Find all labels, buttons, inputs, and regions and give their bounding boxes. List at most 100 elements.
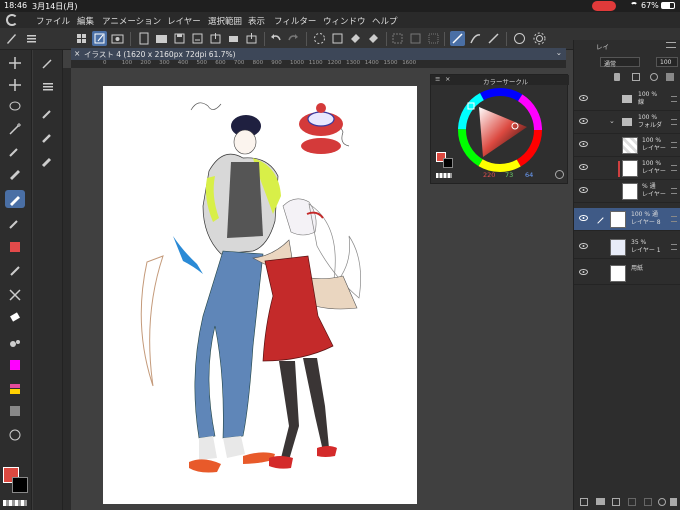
eye-icon[interactable] xyxy=(579,141,588,147)
canvas-paper[interactable] xyxy=(103,86,417,504)
export-icon[interactable] xyxy=(208,31,223,46)
brush-tool-icon[interactable] xyxy=(5,214,25,232)
layer-row[interactable]: 100 % レイヤー xyxy=(574,157,680,180)
snap-grid-icon[interactable] xyxy=(486,31,501,46)
save-icon[interactable] xyxy=(172,31,187,46)
lasso-icon[interactable] xyxy=(5,98,25,116)
lock-icon[interactable] xyxy=(614,73,620,81)
app-logo-icon[interactable] xyxy=(6,14,18,26)
clip-icon[interactable] xyxy=(632,73,640,81)
eye-icon[interactable] xyxy=(579,243,588,249)
drag-handle-icon[interactable] xyxy=(671,216,677,222)
share-icon[interactable] xyxy=(244,31,259,46)
drag-handle-icon[interactable] xyxy=(671,244,677,250)
snap-ruler-icon[interactable] xyxy=(450,31,465,46)
camera-icon[interactable] xyxy=(110,31,125,46)
grip-icon[interactable]: ≡ xyxy=(435,75,440,83)
new-vector-layer-icon[interactable] xyxy=(612,498,620,506)
merge-icon[interactable] xyxy=(644,498,652,506)
new-file-icon[interactable] xyxy=(136,31,151,46)
layer-color-icon[interactable] xyxy=(666,73,674,81)
subtool-marker-icon[interactable] xyxy=(38,128,58,146)
menu-help[interactable]: ヘルプ xyxy=(372,15,398,27)
move-layer-icon[interactable] xyxy=(5,76,25,94)
clear-icon[interactable] xyxy=(330,31,345,46)
deselect-icon[interactable] xyxy=(390,31,405,46)
menu-animation[interactable]: アニメーション xyxy=(102,15,161,27)
eye-icon[interactable] xyxy=(579,187,588,193)
invert-selection-icon[interactable] xyxy=(408,31,423,46)
eye-icon[interactable] xyxy=(579,269,588,275)
menu-filter[interactable]: フィルター xyxy=(274,15,316,27)
gradient-icon[interactable] xyxy=(5,380,25,398)
redo-icon[interactable] xyxy=(286,31,301,46)
layer-row[interactable]: % 通レイヤー xyxy=(574,180,680,203)
blend-icon[interactable] xyxy=(5,334,25,352)
figure-icon[interactable] xyxy=(5,402,25,420)
mask-icon[interactable] xyxy=(658,498,666,506)
layer-row-selected[interactable]: 100 % 通レイヤー 8 xyxy=(574,208,680,231)
save-as-icon[interactable] xyxy=(190,31,205,46)
sub-color-chip[interactable] xyxy=(443,158,453,168)
ellipse-icon[interactable] xyxy=(5,426,25,444)
fill-tool-icon[interactable] xyxy=(5,356,25,374)
layer-row[interactable]: 用紙 xyxy=(574,262,680,285)
airbrush-icon[interactable] xyxy=(5,238,25,256)
pen-icon[interactable] xyxy=(5,164,25,182)
subtool-pen-icon[interactable] xyxy=(38,54,58,72)
edit-canvas-icon[interactable] xyxy=(92,31,107,46)
palette-settings-icon[interactable] xyxy=(555,170,564,179)
eraser-icon[interactable] xyxy=(5,308,25,326)
drag-handle-icon[interactable] xyxy=(671,142,677,148)
menu-edit[interactable]: 編集 xyxy=(77,15,94,27)
loading-icon[interactable] xyxy=(312,31,327,46)
menu-file[interactable]: ファイル xyxy=(36,15,70,27)
drag-handle-icon[interactable] xyxy=(671,165,677,171)
settings-icon[interactable] xyxy=(532,31,547,46)
layer-row[interactable]: ⌄ 100 % フォルダ xyxy=(574,111,680,134)
delete-layer-icon[interactable] xyxy=(670,498,677,506)
chevron-down-icon[interactable]: ⌄ xyxy=(556,48,562,57)
undo-icon[interactable] xyxy=(268,31,283,46)
menu-selection[interactable]: 選択範囲 xyxy=(208,15,242,27)
brush-icon[interactable] xyxy=(4,31,19,46)
color-settings-icon[interactable] xyxy=(512,31,527,46)
menu-layer[interactable]: レイヤー xyxy=(167,15,201,27)
blend-mode-select[interactable]: 通常 xyxy=(600,57,640,68)
eye-icon[interactable] xyxy=(579,164,588,170)
grid-icon[interactable] xyxy=(74,31,89,46)
transparent-color-swatch[interactable] xyxy=(3,500,27,506)
menu-list-icon[interactable] xyxy=(24,31,39,46)
panel-menu-icon[interactable] xyxy=(666,42,676,48)
snap-special-ruler-icon[interactable] xyxy=(468,31,483,46)
eye-icon[interactable] xyxy=(579,215,588,221)
close-palette-icon[interactable]: × xyxy=(445,75,450,83)
chevron-down-icon[interactable]: ⌄ xyxy=(609,117,615,125)
eyedropper-icon[interactable] xyxy=(5,142,25,160)
decoration-icon[interactable] xyxy=(5,262,25,280)
drag-handle-icon[interactable] xyxy=(671,188,677,194)
reference-icon[interactable] xyxy=(650,73,658,81)
subtool-ink-icon[interactable] xyxy=(38,152,58,170)
layer-row[interactable]: 35 % レイヤー 1 xyxy=(574,236,680,259)
layer-panel-tab[interactable]: レイ xyxy=(588,40,628,51)
opacity-value[interactable]: 100 xyxy=(656,57,678,67)
sub-color-swatch[interactable] xyxy=(12,477,28,493)
subtool-menu-icon[interactable] xyxy=(38,78,58,96)
layer-row[interactable]: 100 % 線 xyxy=(574,88,680,111)
select-all-icon[interactable] xyxy=(426,31,441,46)
transfer-down-icon[interactable] xyxy=(628,498,636,506)
move-icon[interactable] xyxy=(5,54,25,72)
document-tab[interactable]: × イラスト 4 (1620 x 2160px 72dpi 61.7%) ⌄ xyxy=(71,48,566,60)
magic-wand-icon[interactable] xyxy=(5,120,25,138)
transparent-chip[interactable] xyxy=(436,173,452,178)
pencil-icon[interactable] xyxy=(5,190,25,208)
decoration-brush-icon[interactable] xyxy=(5,286,25,304)
drag-handle-icon[interactable] xyxy=(671,96,677,102)
fill-color-icon[interactable] xyxy=(366,31,381,46)
layer-row[interactable]: 100 % レイヤー xyxy=(574,134,680,157)
subtool-brush-icon[interactable] xyxy=(38,104,58,122)
drag-handle-icon[interactable] xyxy=(671,119,677,125)
print-icon[interactable] xyxy=(226,31,241,46)
menu-view[interactable]: 表示 xyxy=(248,15,265,27)
